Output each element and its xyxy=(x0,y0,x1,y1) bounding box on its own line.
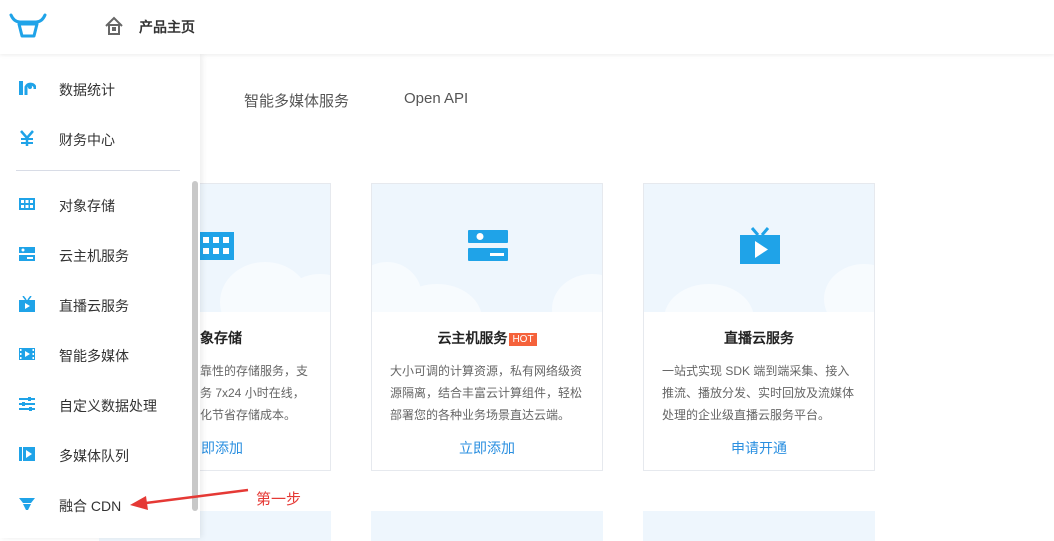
add-now-link[interactable]: 立即添加 xyxy=(372,438,602,458)
sidebar-item-label: 智能多媒体 xyxy=(59,348,129,364)
sidebar-item-label: 对象存储 xyxy=(59,198,115,214)
card-description: 一站式实现 SDK 端到端采集、接入 推流、播放分发、实时回放及流媒体 处理的企… xyxy=(662,364,855,422)
next-card-peek xyxy=(643,511,875,541)
yen-icon xyxy=(20,130,34,146)
sidebar-item-label: 融合 CDN xyxy=(59,498,122,514)
next-card-peek xyxy=(371,511,603,541)
tv-icon xyxy=(19,296,35,312)
annotation-label: 第一步 xyxy=(256,491,302,508)
sidebar-item-statistics[interactable]: 数据统计 xyxy=(0,68,196,108)
sidebar-divider xyxy=(16,170,180,171)
sidebar-item-label: 直播云服务 xyxy=(59,298,129,314)
queue-icon xyxy=(19,447,35,461)
card-description: 靠性的存储服务，支 务 7x24 小时在线， 化节省存储成本。 xyxy=(200,364,309,422)
card-banner xyxy=(372,184,602,312)
storage-icon xyxy=(19,198,35,210)
sidebar: 数据统计 财务中心 对象存储 云主机服务 直播云服务 智能多媒体 自定义数据处理… xyxy=(0,54,200,538)
chart-icon xyxy=(19,81,36,95)
sliders-icon xyxy=(19,397,35,411)
sidebar-item-label: 云主机服务 xyxy=(59,248,129,264)
sidebar-item-object-storage[interactable]: 对象存储 xyxy=(0,184,196,224)
sidebar-item-custom-data-processing[interactable]: 自定义数据处理 xyxy=(0,384,196,424)
annotation-arrow-icon xyxy=(130,488,249,510)
top-bar: 产品主页 xyxy=(0,0,1054,54)
live-cloud-card: 直播云服务 一站式实现 SDK 端到端采集、接入 推流、播放分发、实时回放及流媒… xyxy=(643,183,875,471)
server-icon xyxy=(19,247,35,261)
card-title: 云主机服务 HOT xyxy=(372,328,602,348)
sidebar-item-cloud-server[interactable]: 云主机服务 xyxy=(0,234,196,274)
sidebar-item-multimedia-queue[interactable]: 多媒体队列 xyxy=(0,434,196,474)
add-now-link[interactable]: 即添加 xyxy=(201,438,243,458)
sidebar-item-finance[interactable]: 财务中心 xyxy=(0,118,196,158)
tab-open-api[interactable]: Open API xyxy=(404,90,468,107)
sidebar-item-live-cloud[interactable]: 直播云服务 xyxy=(0,284,196,324)
apply-activate-link[interactable]: 申请开通 xyxy=(644,438,874,458)
logo-icon[interactable] xyxy=(8,12,48,40)
sidebar-item-label: 财务中心 xyxy=(59,132,115,148)
sidebar-item-label: 自定义数据处理 xyxy=(59,398,157,414)
cdn-icon xyxy=(19,498,35,510)
tab-intelligent-multimedia[interactable]: 智能多媒体服务 xyxy=(244,90,349,111)
film-icon xyxy=(19,348,35,360)
card-description: 大小可调的计算资源，私有网络级资 源隔离，结合丰富云计算组件，轻松 部署您的各种… xyxy=(390,364,583,422)
hot-badge: HOT xyxy=(509,333,537,346)
sidebar-item-label: 数据统计 xyxy=(59,82,115,98)
tv-icon xyxy=(740,227,780,264)
card-banner xyxy=(644,184,874,312)
sidebar-item-label: 多媒体队列 xyxy=(59,448,129,464)
service-tabs: 智能多媒体服务 Open API xyxy=(200,54,1054,146)
sidebar-scrollbar[interactable] xyxy=(192,181,198,511)
server-icon xyxy=(468,230,508,261)
page-title[interactable]: 产品主页 xyxy=(139,17,195,37)
cloud-server-card: 云主机服务 HOT 大小可调的计算资源，私有网络级资 源隔离，结合丰富云计算组件，… xyxy=(371,183,603,471)
sidebar-item-intelligent-multimedia[interactable]: 智能多媒体 xyxy=(0,334,196,374)
home-icon[interactable] xyxy=(104,16,124,36)
storage-icon xyxy=(198,232,234,260)
card-title: 直播云服务 xyxy=(724,330,794,346)
